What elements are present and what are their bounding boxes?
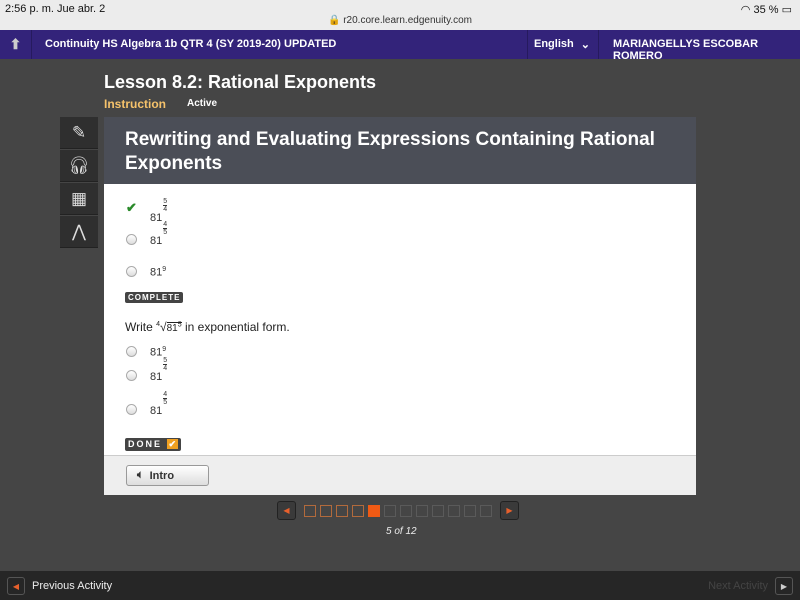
prompt-suffix: in exponential form. bbox=[185, 320, 290, 334]
arrow-left-icon: ◀ bbox=[283, 506, 290, 515]
base: 81 bbox=[150, 267, 163, 279]
q1-option-1[interactable]: ✔ 81 5 4 bbox=[126, 198, 168, 224]
page-square-10[interactable] bbox=[448, 504, 460, 517]
denominator: 5 bbox=[163, 399, 168, 406]
speaker-icon: 🔈︎ bbox=[137, 469, 144, 481]
page-square-2[interactable] bbox=[320, 504, 332, 517]
panel-title: Rewriting and Evaluating Expressions Con… bbox=[104, 117, 696, 184]
language-label: English bbox=[534, 38, 574, 50]
home-icon: ⬆ bbox=[9, 36, 22, 52]
base: 81 bbox=[150, 347, 163, 359]
denominator: 4 bbox=[163, 365, 168, 372]
exponent: 9 bbox=[162, 266, 167, 274]
tool-sidebar: ✎ 🎧︎ ▦ ⋀ bbox=[60, 117, 98, 249]
page-title: Lesson 8.2: Rational Exponents bbox=[104, 72, 377, 92]
panel-footer: 🔈︎ Intro bbox=[104, 455, 696, 495]
chevron-down-icon: ⌄ bbox=[580, 39, 590, 51]
radicand: 81 bbox=[166, 323, 178, 334]
prompt-prefix: Write bbox=[125, 320, 153, 334]
base: 81 bbox=[150, 235, 163, 247]
numerator: 4 bbox=[163, 391, 168, 399]
top-nav: ⬆ Continuity HS Algebra 1b QTR 4 (SY 201… bbox=[0, 30, 800, 62]
radicand-exponent: 5 bbox=[177, 321, 182, 329]
done-label: DONE bbox=[128, 439, 163, 449]
next-page-button[interactable]: ▶ bbox=[500, 501, 519, 520]
radio-button[interactable] bbox=[126, 234, 137, 245]
next-activity-button[interactable]: Next Activity ▶ bbox=[708, 577, 793, 595]
content-panel: Rewriting and Evaluating Expressions Con… bbox=[104, 117, 696, 495]
address-bar[interactable]: 🔒 r20.core.learn.edgenuity.com bbox=[0, 15, 800, 26]
tab-active[interactable]: Active bbox=[187, 98, 217, 109]
reference-tool-button[interactable]: ⋀ bbox=[60, 216, 98, 248]
page-square-4[interactable] bbox=[352, 504, 364, 517]
base: 81 bbox=[150, 371, 163, 383]
q1-option-3[interactable]: 819 bbox=[126, 266, 166, 279]
pencil-icon: ✎ bbox=[71, 122, 87, 142]
reference-icon: ⋀ bbox=[72, 221, 86, 241]
intro-label: Intro bbox=[149, 469, 175, 482]
arrow-right-icon: ▶ bbox=[775, 577, 793, 595]
radio-button[interactable] bbox=[126, 346, 137, 357]
pencil-tool-button[interactable]: ✎ bbox=[60, 117, 98, 149]
q2-option-3[interactable]: 81 4 5 bbox=[126, 391, 168, 417]
page-square-3[interactable] bbox=[336, 504, 348, 517]
root-index: 4 bbox=[156, 321, 161, 328]
page-square-11[interactable] bbox=[464, 504, 476, 517]
done-badge: DONE ✔ bbox=[125, 438, 182, 451]
numerator: 5 bbox=[163, 198, 168, 206]
question-prompt: Write 4√815 in exponential form. bbox=[125, 320, 290, 334]
page-square-7[interactable] bbox=[400, 504, 412, 517]
calculator-tool-button[interactable]: ▦ bbox=[60, 183, 98, 215]
home-button[interactable]: ⬆ bbox=[0, 30, 32, 59]
radio-button[interactable] bbox=[126, 404, 137, 415]
q2-option-1[interactable]: 819 bbox=[126, 346, 166, 359]
user-name[interactable]: MARIANGELLYS ESCOBAR ROMERO bbox=[613, 38, 800, 62]
denominator: 5 bbox=[163, 229, 168, 236]
ios-status-bar: 2:56 p. m. Jue abr. 2 🔒 r20.core.learn.e… bbox=[0, 0, 800, 30]
page-square-9[interactable] bbox=[432, 504, 444, 517]
battery-indicator: ◠ 35 % ▭ bbox=[741, 3, 792, 16]
previous-activity-label: Previous Activity bbox=[32, 580, 113, 592]
page-square-12[interactable] bbox=[480, 504, 492, 517]
pagination: ◀ ▶ bbox=[277, 501, 519, 520]
battery-level: 35 % bbox=[753, 4, 779, 16]
page-square-5[interactable] bbox=[368, 504, 380, 517]
base: 81 bbox=[150, 212, 163, 224]
radio-button[interactable] bbox=[126, 266, 137, 277]
audio-tool-button[interactable]: 🎧︎ bbox=[60, 150, 98, 182]
page-square-8[interactable] bbox=[416, 504, 428, 517]
url-text: r20.core.learn.edgenuity.com bbox=[343, 15, 472, 26]
clock: 2:56 p. m. Jue abr. 2 bbox=[5, 3, 106, 15]
intro-button[interactable]: 🔈︎ Intro bbox=[126, 465, 209, 486]
prev-page-button[interactable]: ◀ bbox=[277, 501, 296, 520]
language-select[interactable]: English ⌄ bbox=[527, 30, 599, 59]
battery-icon: ▭ bbox=[781, 4, 792, 16]
denominator: 4 bbox=[163, 206, 168, 213]
headphones-icon: 🎧︎ bbox=[68, 155, 90, 175]
radio-button[interactable] bbox=[126, 370, 137, 381]
page-square-1[interactable] bbox=[304, 504, 316, 517]
check-icon: ✔ bbox=[126, 200, 137, 215]
arrow-right-icon: ▶ bbox=[506, 506, 513, 515]
panel-body: ✔ 81 5 4 81 4 5 819 COMPLETE Write 4√815 in e… bbox=[104, 184, 696, 455]
exponent: 9 bbox=[162, 346, 167, 354]
tab-instruction[interactable]: Instruction bbox=[104, 97, 166, 111]
q2-option-2[interactable]: 81 5 4 bbox=[126, 357, 168, 383]
activity-nav-bar: ◀ Previous Activity Next Activity ▶ bbox=[0, 571, 800, 600]
page-count: 5 of 12 bbox=[386, 526, 417, 537]
q1-option-2[interactable]: 81 4 5 bbox=[126, 221, 168, 247]
calculator-icon: ▦ bbox=[70, 188, 88, 208]
previous-activity-button[interactable]: ◀ Previous Activity bbox=[7, 577, 112, 595]
page-square-6[interactable] bbox=[384, 504, 396, 517]
base: 81 bbox=[150, 405, 163, 417]
numerator: 4 bbox=[163, 221, 168, 229]
complete-badge: COMPLETE bbox=[125, 292, 184, 303]
arrow-left-icon: ◀ bbox=[7, 577, 25, 595]
wifi-icon: ◠ bbox=[740, 4, 751, 16]
numerator: 5 bbox=[163, 357, 168, 365]
next-activity-label: Next Activity bbox=[708, 580, 768, 592]
check-icon: ✔ bbox=[166, 439, 179, 449]
course-title: Continuity HS Algebra 1b QTR 4 (SY 2019-… bbox=[45, 38, 337, 50]
